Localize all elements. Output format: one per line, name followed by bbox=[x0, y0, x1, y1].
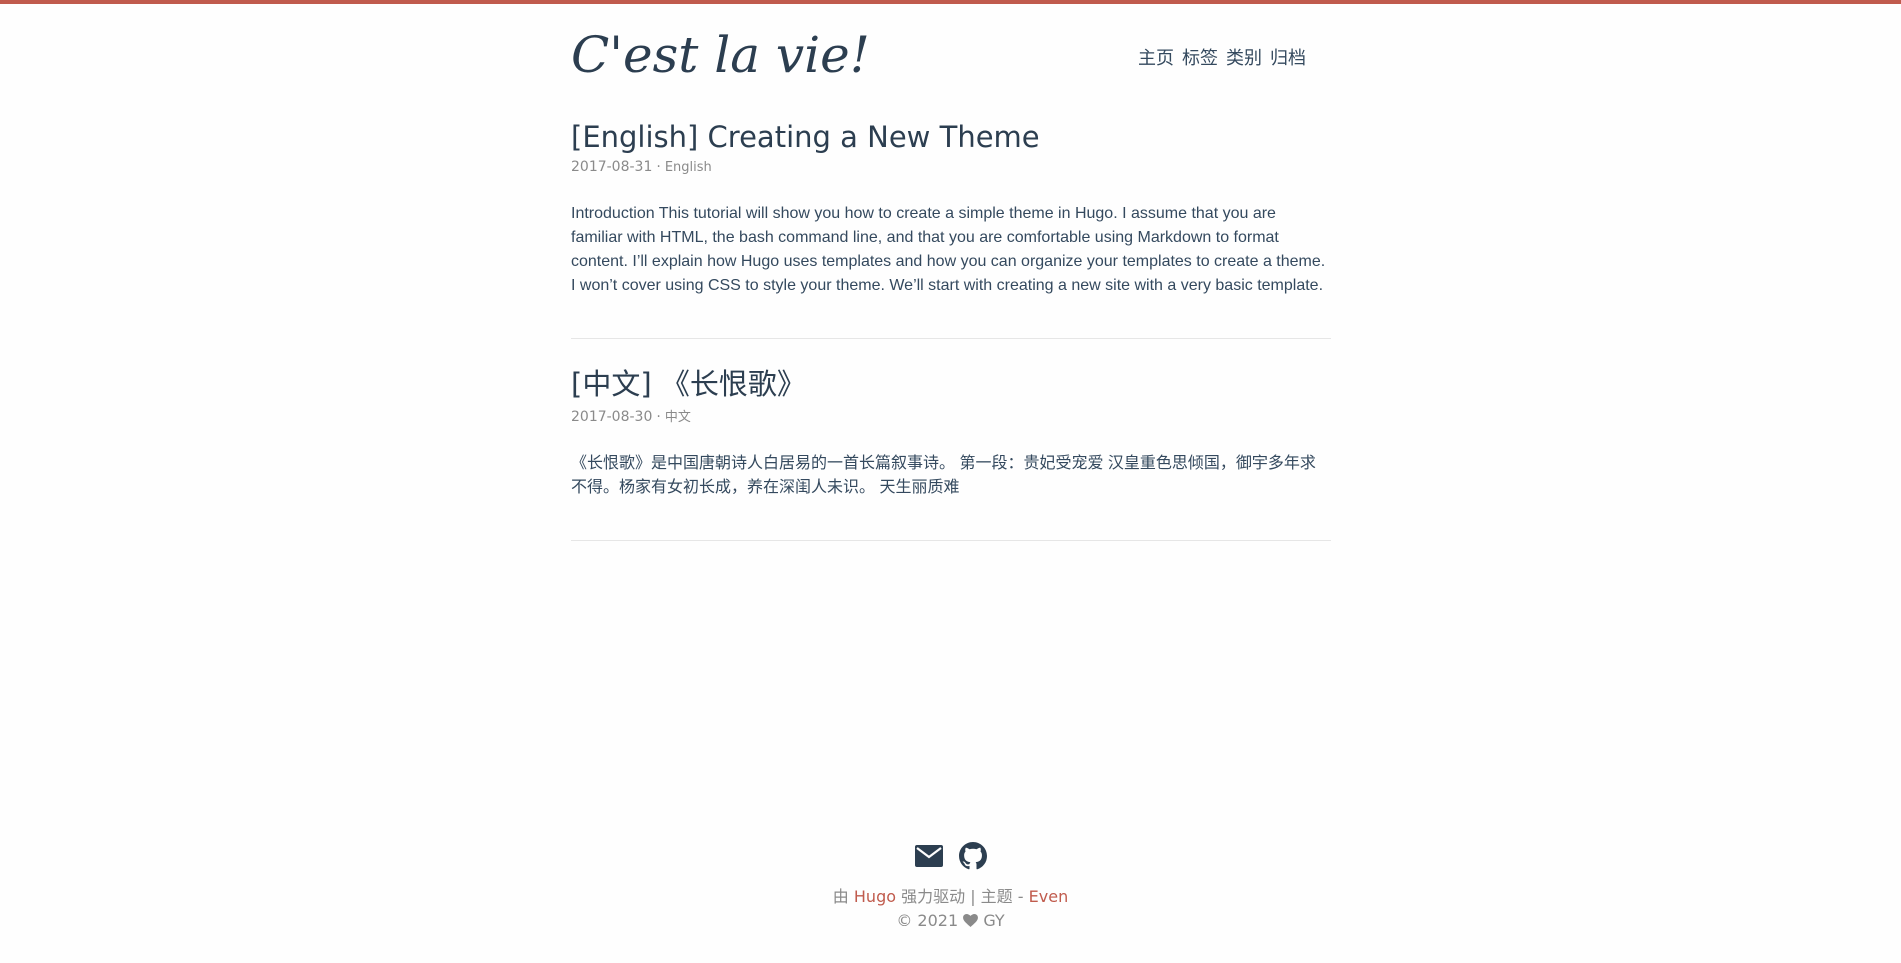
post-date: 2017-08-31 bbox=[571, 158, 653, 175]
theme-link[interactable]: Even bbox=[1029, 887, 1069, 906]
post-list: [English] Creating a New Theme 2017-08-3… bbox=[571, 110, 1331, 541]
heart-icon bbox=[963, 911, 983, 930]
hugo-link[interactable]: Hugo bbox=[854, 887, 896, 906]
post-meta: 2017-08-31 · English bbox=[571, 159, 1331, 175]
powered-prefix: 由 bbox=[832, 887, 849, 906]
post-title-link[interactable]: [中文] 《长恨歌》 bbox=[571, 367, 806, 402]
nav-item-tags[interactable]: 标签 bbox=[1182, 44, 1218, 70]
copyright-author: GY bbox=[983, 911, 1005, 930]
meta-separator: · bbox=[656, 158, 661, 175]
post-summary: Introduction This tutorial will show you… bbox=[571, 204, 1326, 294]
main-container: C'est la vie! 主页 标签 类别 归档 [English] Crea… bbox=[571, 0, 1331, 541]
powered-by: 由 Hugo 强力驱动 | 主题 - Even bbox=[0, 885, 1901, 909]
site-nav: 主页 标签 类别 归档 bbox=[1138, 44, 1306, 70]
post-category-link[interactable]: English bbox=[665, 160, 712, 175]
nav-item-archives[interactable]: 归档 bbox=[1270, 44, 1306, 70]
copyright-year: © 2021 bbox=[896, 911, 959, 930]
site-footer: 由 Hugo 强力驱动 | 主题 - Even © 2021 GY bbox=[0, 842, 1901, 933]
nav-item-home[interactable]: 主页 bbox=[1138, 44, 1174, 70]
nav-item-categories[interactable]: 类别 bbox=[1226, 44, 1262, 70]
meta-separator: · bbox=[656, 408, 661, 425]
post-summary: 《长恨歌》是中国唐朝诗人白居易的一首长篇叙事诗。 第一段：贵妃受宠爱 汉皇重色思… bbox=[571, 454, 1316, 496]
github-icon[interactable] bbox=[958, 842, 987, 874]
post-item: [中文] 《长恨歌》 2017-08-30 · 中文 《长恨歌》是中国唐朝诗人白居易… bbox=[571, 339, 1331, 541]
site-logo[interactable]: C'est la vie! bbox=[571, 26, 870, 84]
post-date: 2017-08-30 bbox=[571, 408, 653, 425]
powered-middle: 强力驱动 | 主题 - bbox=[901, 887, 1024, 906]
email-icon[interactable] bbox=[914, 845, 943, 871]
post-category-link[interactable]: 中文 bbox=[665, 410, 691, 425]
post-title-link[interactable]: [English] Creating a New Theme bbox=[571, 120, 1040, 155]
copyright: © 2021 GY bbox=[0, 909, 1901, 933]
post-meta: 2017-08-30 · 中文 bbox=[571, 406, 1331, 425]
post-item: [English] Creating a New Theme 2017-08-3… bbox=[571, 110, 1331, 339]
social-links bbox=[0, 842, 1901, 874]
site-header: C'est la vie! 主页 标签 类别 归档 bbox=[571, 0, 1331, 110]
